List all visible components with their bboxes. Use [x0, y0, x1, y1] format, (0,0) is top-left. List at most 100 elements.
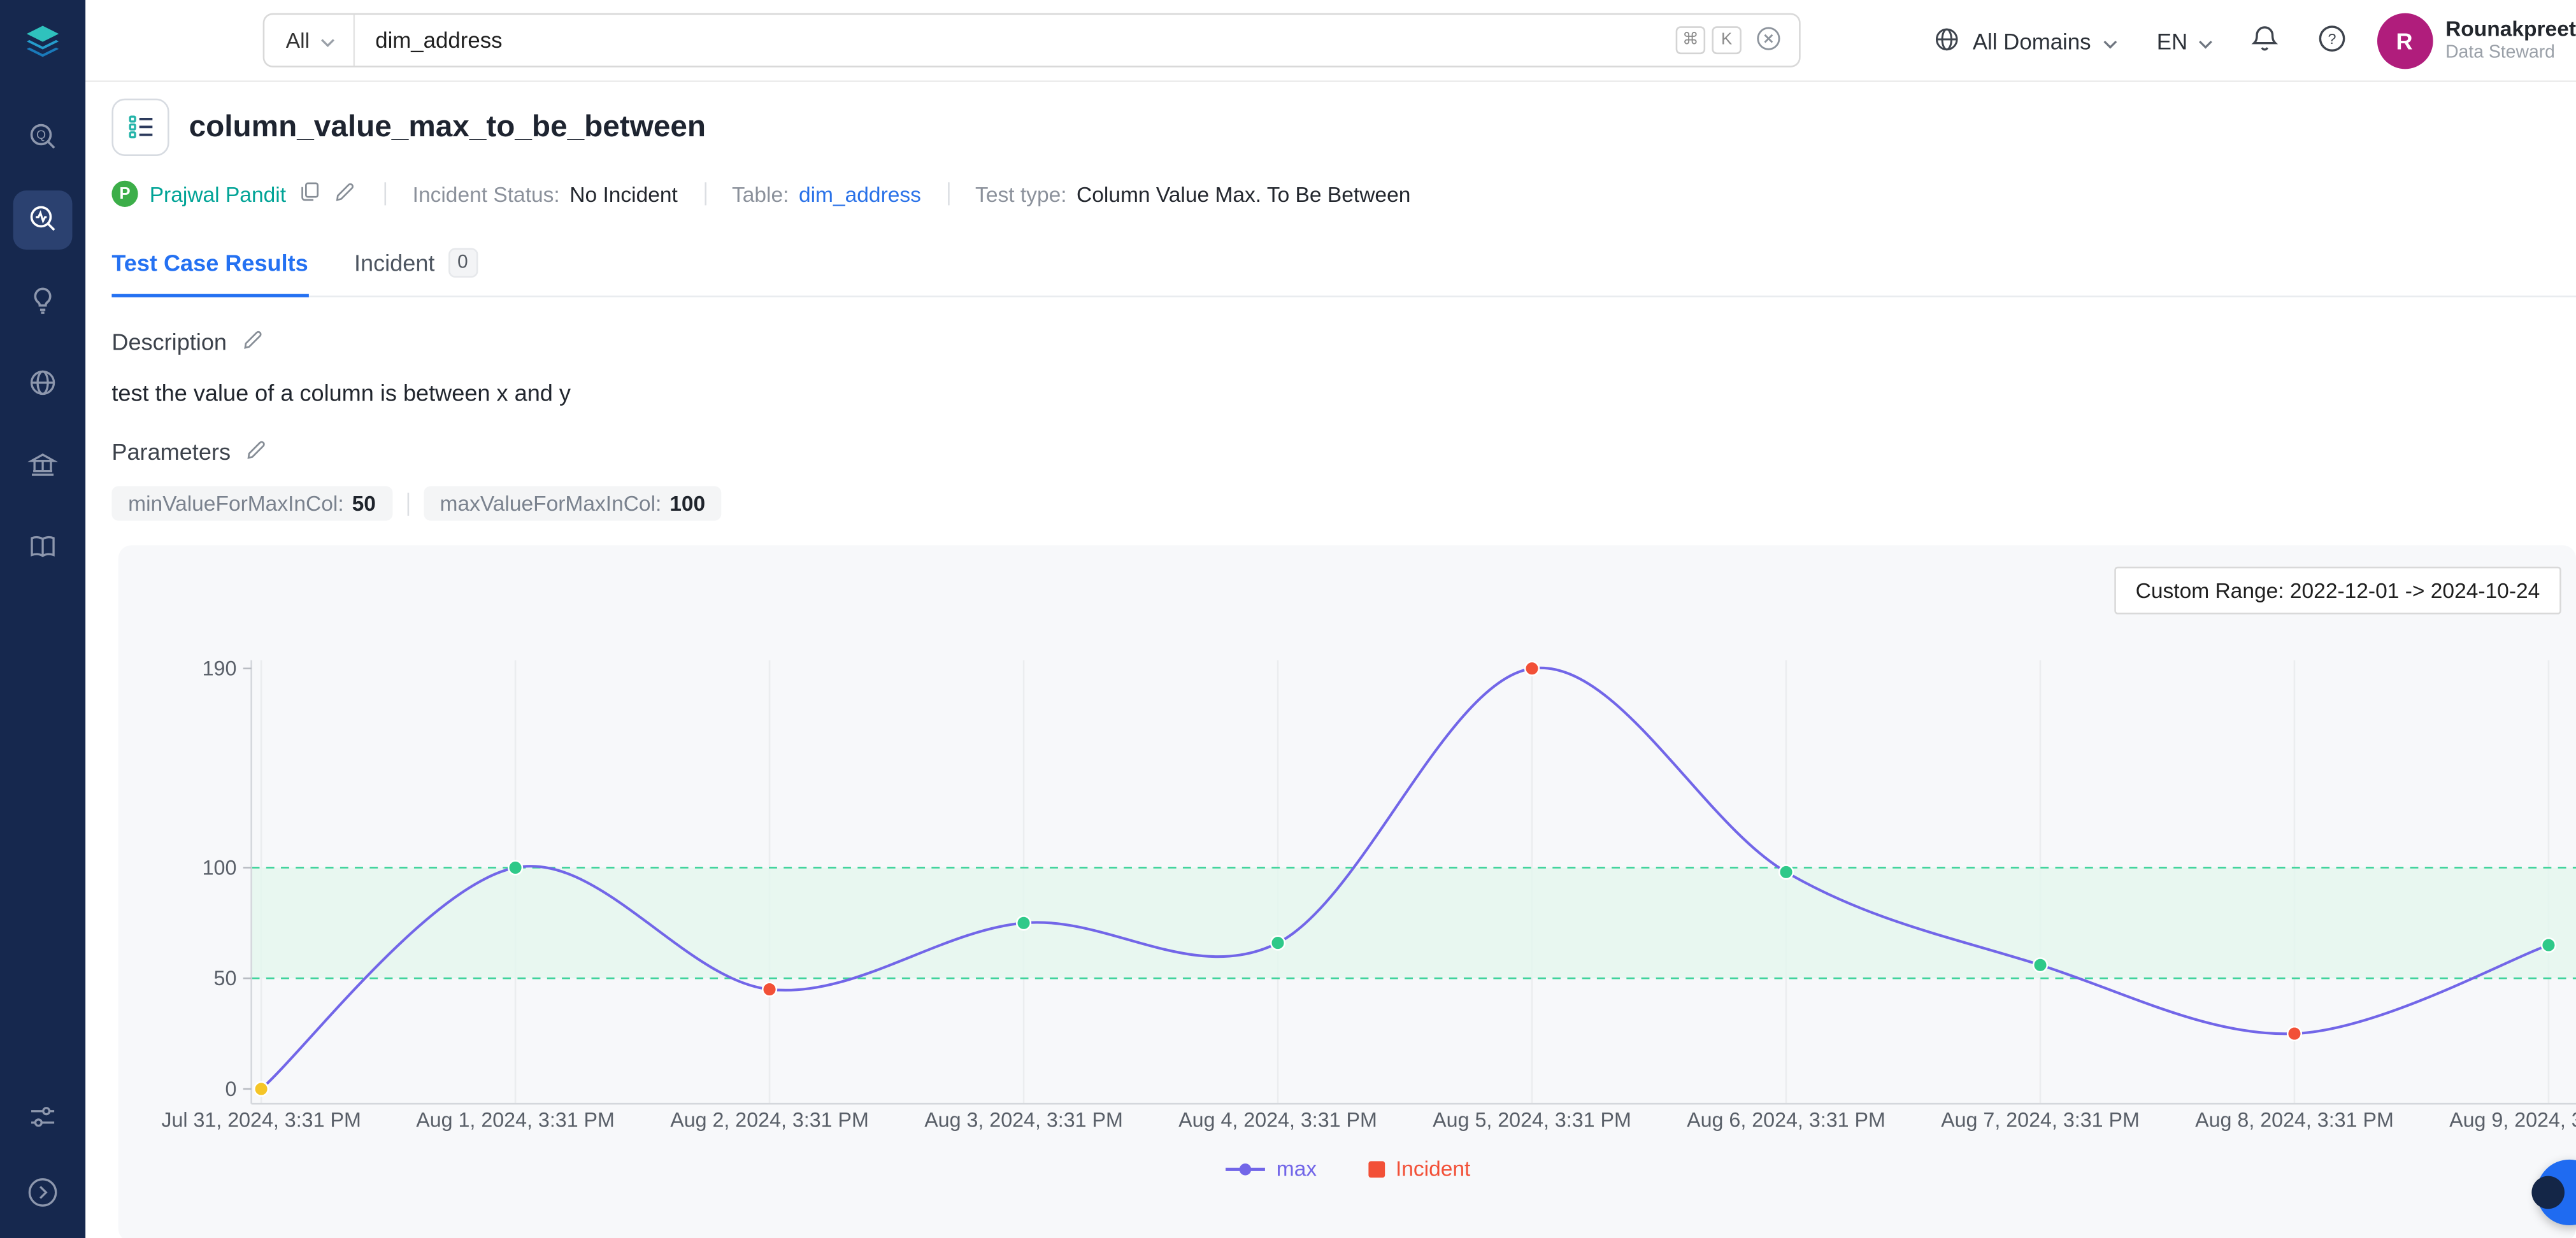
- legend-label: max: [1277, 1156, 1317, 1181]
- avatar-initial: R: [2396, 28, 2413, 54]
- page-header: column_value_max_to_be_between: [111, 97, 2576, 156]
- owner-link[interactable]: Prajwal Pandit: [150, 181, 286, 206]
- svg-text:Aug 7, 2024, 3:31 PM: Aug 7, 2024, 3:31 PM: [1941, 1108, 2140, 1131]
- sidebar-item-catalog-search[interactable]: Q: [13, 108, 73, 167]
- clear-circle-x-icon: [1754, 24, 1782, 57]
- search-filter-dropdown[interactable]: All: [264, 15, 354, 66]
- edit-description-button[interactable]: [241, 326, 266, 355]
- checklist-icon: [111, 97, 169, 155]
- divider: [385, 182, 387, 205]
- sliders-icon: [26, 1100, 59, 1137]
- legend-item-incident[interactable]: Incident: [1366, 1156, 1471, 1181]
- description-label: Description: [111, 328, 227, 354]
- bell-icon: [2249, 23, 2280, 59]
- test-type-meta: Test type:Column Value Max. To Be Betwee…: [975, 181, 1410, 206]
- search-clear-button[interactable]: [1754, 24, 1782, 57]
- sidebar-item-governance[interactable]: [13, 437, 73, 496]
- svg-text:0: 0: [225, 1078, 236, 1100]
- parameter-name: minValueForMaxInCol:: [128, 491, 344, 516]
- language-selector[interactable]: EN: [2157, 29, 2212, 53]
- svg-text:Aug 2, 2024, 3:31 PM: Aug 2, 2024, 3:31 PM: [670, 1108, 869, 1131]
- svg-text:Aug 3, 2024, 3:31 PM: Aug 3, 2024, 3:31 PM: [924, 1108, 1123, 1131]
- search-filter-label: All: [286, 28, 310, 53]
- parameters-label: Parameters: [111, 438, 231, 464]
- copy-owner-button[interactable]: [297, 179, 322, 208]
- divider: [407, 492, 409, 515]
- svg-text:50: 50: [214, 967, 237, 990]
- user-name: Rounakpreet: [2445, 17, 2576, 43]
- svg-text:Aug 1, 2024, 3:31 PM: Aug 1, 2024, 3:31 PM: [416, 1108, 615, 1131]
- results-chart-panel: Custom Range: 2022-12-01 -> 2024-10-24 0…: [118, 545, 2576, 1238]
- table-label: Table:: [732, 181, 789, 206]
- parameter-chips: minValueForMaxInCol: 50 maxValueForMaxIn…: [111, 486, 2576, 520]
- caret-down-icon: [2198, 29, 2212, 53]
- parameter-chip-max: maxValueForMaxInCol: 100: [424, 486, 722, 520]
- command-key-icon: ⌘: [1676, 26, 1705, 54]
- help-button[interactable]: ?: [2315, 23, 2347, 59]
- caret-down-icon: [321, 28, 336, 53]
- main-content: column_value_max_to_be_between P Prajwal…: [85, 82, 2576, 1238]
- global-search[interactable]: All ⌘ K: [263, 13, 1801, 68]
- language-label: EN: [2157, 29, 2187, 53]
- sidebar-item-observability[interactable]: [13, 190, 73, 250]
- search-input[interactable]: [355, 28, 1669, 53]
- square-marker-icon: [1366, 1159, 1386, 1179]
- globe-icon: [1931, 24, 1961, 58]
- notifications-button[interactable]: [2249, 23, 2280, 59]
- description-section-label: Description: [111, 327, 2576, 355]
- app-logo-icon[interactable]: [22, 22, 64, 73]
- sidebar-item-glossary[interactable]: [13, 519, 73, 578]
- sidebar-item-settings[interactable]: [13, 1089, 73, 1148]
- sidebar-bottom: [13, 1089, 73, 1223]
- owner: P Prajwal Pandit: [111, 179, 358, 208]
- sidebar-nav: Q: [13, 108, 73, 578]
- svg-text:Aug 9, 2024, 3:31 PM: Aug 9, 2024, 3:31 PM: [2449, 1108, 2576, 1131]
- user-avatar[interactable]: R: [2377, 13, 2433, 69]
- svg-text:Aug 8, 2024, 3:31 PM: Aug 8, 2024, 3:31 PM: [2195, 1108, 2394, 1131]
- sidebar-collapse-button[interactable]: [13, 1165, 73, 1224]
- incident-status-value: No Incident: [569, 181, 678, 206]
- floating-action-button[interactable]: [2537, 1160, 2576, 1225]
- parameter-chip-min: minValueForMaxInCol: 50: [111, 486, 392, 520]
- parameter-value: 50: [352, 491, 376, 516]
- parameter-name: maxValueForMaxInCol:: [440, 491, 662, 516]
- tab-bar: Test Case Results Incident 0: [111, 241, 2576, 297]
- page-title: column_value_max_to_be_between: [189, 108, 706, 145]
- sidebar-item-insights[interactable]: [13, 273, 73, 332]
- test-results-chart[interactable]: 0 50 100 190 Jul 31, 2024, 3:31 PM Aug 1, 202…: [118, 595, 2576, 1162]
- divider: [947, 182, 949, 205]
- copy-icon: [297, 179, 322, 208]
- description-text: test the value of a column is between x …: [111, 380, 2576, 408]
- incident-status-label: Incident Status:: [413, 181, 560, 206]
- help-circle-icon: ?: [2315, 23, 2347, 59]
- incident-status: Incident Status: No Incident: [413, 181, 678, 206]
- sidebar: Q: [0, 0, 85, 1238]
- tab-incident[interactable]: Incident 0: [354, 248, 478, 295]
- table-meta: Table: dim_address: [732, 181, 921, 206]
- k-key-icon: K: [1712, 26, 1741, 54]
- tab-label: Incident: [354, 250, 434, 276]
- edit-parameters-button[interactable]: [245, 436, 270, 466]
- topbar-right: All Domains EN: [1931, 0, 2576, 82]
- globe-icon: [26, 366, 59, 403]
- test-type-value: Column Value Max. To Be Between: [1077, 181, 1410, 206]
- domain-selector[interactable]: All Domains: [1931, 24, 2117, 58]
- sidebar-item-domains[interactable]: [13, 355, 73, 414]
- parameter-value: 100: [669, 491, 705, 516]
- topbar: All ⌘ K: [85, 0, 2576, 82]
- legend-item-max[interactable]: max: [1224, 1156, 1317, 1181]
- line-marker-icon: [1224, 1159, 1266, 1179]
- pencil-icon: [334, 179, 359, 208]
- table-link[interactable]: dim_address: [799, 181, 921, 206]
- svg-text:Jul 31, 2024, 3:31 PM: Jul 31, 2024, 3:31 PM: [161, 1108, 361, 1131]
- domain-selector-label: All Domains: [1973, 29, 2091, 53]
- edit-owner-button[interactable]: [334, 179, 359, 208]
- svg-text:100: 100: [203, 856, 237, 879]
- legend-label: Incident: [1396, 1156, 1470, 1181]
- divider: [704, 182, 706, 205]
- tab-test-case-results[interactable]: Test Case Results: [111, 250, 308, 297]
- search-q-icon: Q: [26, 119, 59, 157]
- svg-text:190: 190: [203, 657, 237, 680]
- bank-icon: [26, 448, 59, 485]
- fab-badge-icon: [2531, 1176, 2565, 1209]
